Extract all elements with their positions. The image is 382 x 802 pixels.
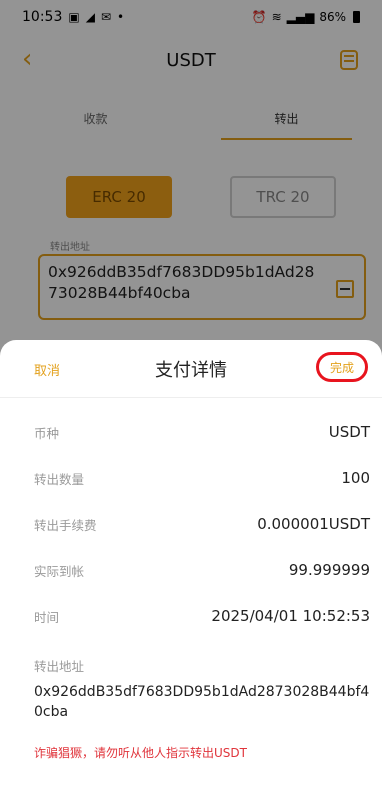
detail-row-time: 时间 2025/04/01 10:52:53 bbox=[34, 604, 370, 628]
destination-address-label: 转出地址 bbox=[34, 659, 85, 674]
destination-address-value: 0x926ddB35df7683DD95b1dAd2873028B44bf40c… bbox=[34, 684, 370, 720]
detail-label: 转出数量 bbox=[34, 471, 85, 487]
detail-value: 2025/04/01 10:52:53 bbox=[211, 607, 370, 625]
detail-label: 时间 bbox=[34, 609, 60, 625]
detail-label: 币种 bbox=[34, 425, 60, 441]
done-button[interactable]: 完成 bbox=[316, 352, 368, 382]
detail-value: 99.999999 bbox=[288, 561, 370, 579]
detail-row-fee: 转出手续费 0.000001USDT bbox=[34, 512, 370, 536]
detail-row-received: 实际到帐 99.999999 bbox=[34, 558, 370, 582]
detail-label: 转出手续费 bbox=[34, 517, 97, 533]
detail-label: 实际到帐 bbox=[34, 563, 85, 579]
detail-value: USDT bbox=[328, 423, 370, 441]
payment-details-sheet: 取消 支付详情 完成 币种 USDT 转出数量 100 转出手续费 0.0000… bbox=[0, 340, 382, 802]
detail-row-amount: 转出数量 100 bbox=[34, 466, 370, 490]
sheet-header: 取消 支付详情 完成 bbox=[0, 340, 382, 398]
detail-value: 100 bbox=[341, 469, 370, 487]
fraud-warning: 诈骗猖獗，请勿听从他人指示转出USDT bbox=[34, 746, 247, 760]
detail-value: 0.000001USDT bbox=[257, 515, 370, 533]
detail-row-currency: 币种 USDT bbox=[34, 420, 370, 444]
